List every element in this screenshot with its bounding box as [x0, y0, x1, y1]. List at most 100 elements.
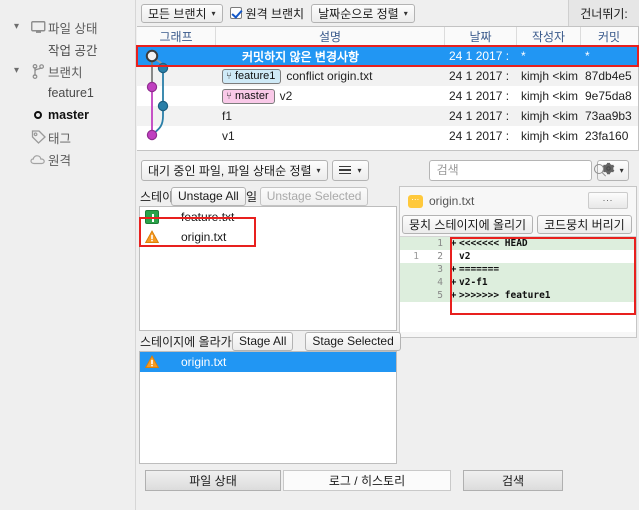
chevron-down-icon: ▾ — [316, 165, 321, 175]
sidebar-item-branch[interactable]: ▾ 브랜치 — [0, 60, 135, 82]
list-item[interactable]: feature.txt — [140, 207, 396, 227]
stage-hunk-label: 뭉치 스테이지에 올리기 — [409, 218, 527, 232]
commit-description: 커밋하지 않은 변경사항 — [242, 49, 360, 64]
sort-order-label: 날짜순으로 정렬 — [318, 6, 399, 21]
table-row[interactable]: ⑂ master v2 24 1 2017 : kimjh <kim 9e75d… — [137, 86, 638, 106]
diff-content[interactable]: 1 + <<<<<<< HEAD 1 2 v2 3 + ======= 4 + … — [400, 236, 636, 332]
commit-hash: 73aa9b3 — [585, 109, 632, 123]
commit-description-cell: ⑂ feature1 conflict origin.txt — [216, 66, 445, 86]
sidebar-label: 파일 상태 — [48, 21, 98, 36]
branch-filter-label: 모든 브랜치 — [148, 6, 207, 21]
diff-new-lineno: 3 — [437, 264, 443, 275]
column-header-date[interactable]: 날짜 — [445, 27, 517, 45]
table-row[interactable]: 커밋하지 않은 변경사항 24 1 2017 : * * — [137, 46, 638, 66]
stage-selected-button[interactable]: Stage Selected — [305, 331, 401, 351]
commit-date: 24 1 2017 : — [449, 49, 510, 63]
diff-line: 3 + ======= — [400, 263, 636, 276]
staged-file-list[interactable]: feature.txt origin.txt — [139, 206, 397, 331]
tab-file-status[interactable]: 파일 상태 — [145, 469, 281, 491]
file-name: feature.txt — [181, 210, 235, 224]
sidebar-label: 원격 — [48, 153, 72, 168]
sort-order-dropdown[interactable]: 날짜순으로 정렬 ▾ — [311, 3, 415, 23]
list-item[interactable]: origin.txt — [140, 227, 396, 247]
commit-description: conflict origin.txt — [286, 69, 373, 83]
unstaged-file-list[interactable]: origin.txt — [139, 351, 397, 464]
chevron-down-icon[interactable]: ▾ — [14, 66, 28, 76]
column-header-commit[interactable]: 커밋 — [581, 27, 637, 45]
commit-hash: * — [585, 49, 590, 63]
tab-search[interactable]: 검색 — [463, 469, 563, 491]
diff-sign: + — [450, 238, 457, 249]
commit-date: 24 1 2017 : — [449, 89, 510, 103]
file-toolbar: 대기 중인 파일, 파일 상태순 정렬 ▾ ▾ ▾ — [137, 156, 639, 184]
commit-author: kimjh <kim — [521, 109, 579, 123]
diff-line: 5 + >>>>>>> feature1 — [400, 289, 636, 302]
commit-author: kimjh <kim — [521, 69, 579, 83]
main-area: 모든 브랜치 ▾ 원격 브랜치 날짜순으로 정렬 ▾ 건너뛰기: 그래프 설명 … — [136, 0, 639, 510]
sidebar-item-file-status[interactable]: ▾ 파일 상태 — [0, 16, 135, 38]
branch-chip-feature1[interactable]: ⑂ feature1 — [222, 68, 282, 84]
commit-graph-cell — [137, 46, 216, 66]
unstaged-files-panel: 스테이지에 올라가지 않은 파일 Stage All Stage Selecte… — [139, 331, 401, 464]
diff-panel: ⋯ origin.txt ... 뭉치 스테이지에 올리기 코드뭉치 버리기 1 — [399, 186, 637, 338]
column-header-description[interactable]: 설명 — [216, 27, 445, 45]
file-conflict-icon — [145, 230, 159, 244]
sidebar-item-feature1[interactable]: feature1 — [0, 82, 135, 104]
diff-text: <<<<<<< HEAD — [459, 238, 528, 249]
diff-options-button[interactable]: ... — [588, 192, 628, 209]
commit-graph-cell — [137, 126, 216, 146]
list-view-icon — [338, 165, 351, 175]
stage-hunk-button[interactable]: 뭉치 스테이지에 올리기 — [402, 215, 534, 234]
stage-selected-label: Stage Selected — [312, 334, 394, 348]
commit-date: 24 1 2017 : — [449, 69, 510, 83]
staged-files-panel: 스테이지에 올라간 파일 Unstage All Unstage Selecte… — [139, 186, 397, 331]
table-row[interactable]: f1 24 1 2017 : kimjh <kim 73aa9b3 — [137, 106, 638, 126]
table-row[interactable]: v1 24 1 2017 : kimjh <kim 23fa160 — [137, 126, 638, 146]
log-toolbar: 모든 브랜치 ▾ 원격 브랜치 날짜순으로 정렬 ▾ 건너뛰기: — [137, 0, 639, 26]
commit-graph-cell — [137, 86, 216, 106]
unstage-all-button[interactable]: Unstage All — [171, 186, 246, 206]
diff-line: 4 + v2-f1 — [400, 276, 636, 289]
stage-all-button[interactable]: Stage All — [232, 331, 294, 351]
chevron-down-icon: ▾ — [619, 165, 624, 175]
unstage-selected-button[interactable]: Unstage Selected — [259, 186, 369, 206]
diff-new-lineno: 5 — [437, 290, 443, 301]
checkbox-icon[interactable] — [229, 7, 242, 19]
column-header-author[interactable]: 작성자 — [517, 27, 581, 45]
unstaged-panel-header: 스테이지에 올라가지 않은 파일 Stage All Stage Selecte… — [139, 331, 401, 351]
file-sort-label: 대기 중인 파일, 파일 상태순 정렬 — [148, 163, 312, 178]
tab-log-history[interactable]: 로그 / 히스토리 — [283, 469, 451, 491]
commit-table-header: 그래프 설명 날짜 작성자 커밋 — [137, 27, 638, 46]
column-header-graph[interactable]: 그래프 — [137, 27, 216, 45]
table-row[interactable]: ⑂ feature1 conflict origin.txt 24 1 2017… — [137, 66, 638, 86]
discard-hunk-button[interactable]: 코드뭉치 버리기 — [537, 215, 632, 234]
chevron-down-icon[interactable]: ▾ — [14, 22, 28, 32]
chevron-down-icon: ▾ — [403, 8, 408, 18]
search-input[interactable] — [434, 162, 594, 178]
sidebar-item-workspace[interactable]: 작업 공간 — [0, 38, 135, 60]
sidebar-label: 브랜치 — [48, 65, 83, 80]
text-file-icon: ⋯ — [408, 194, 423, 208]
search-box[interactable] — [428, 159, 604, 181]
skip-label: 건너뛰기: — [568, 0, 639, 26]
more-icon: ... — [602, 193, 614, 203]
sidebar-item-tag[interactable]: 태그 — [0, 126, 135, 148]
commit-hash: 87db4e5 — [585, 69, 632, 83]
list-item[interactable]: origin.txt — [140, 352, 396, 372]
branch-filter-dropdown[interactable]: 모든 브랜치 ▾ — [141, 3, 223, 23]
diff-new-lineno: 2 — [437, 251, 443, 262]
sidebar-item-master[interactable]: master — [0, 104, 135, 126]
diff-text: >>>>>>> feature1 — [459, 290, 551, 301]
diff-sign: + — [450, 264, 457, 275]
remote-branch-checkbox[interactable]: 원격 브랜치 — [229, 5, 305, 22]
branch-chip-label: feature1 — [235, 70, 276, 82]
file-name: origin.txt — [181, 355, 227, 369]
sidebar-item-remote[interactable]: 원격 — [0, 148, 135, 170]
branch-chip-master[interactable]: ⑂ master — [222, 88, 275, 104]
unstage-selected-label: Unstage Selected — [266, 189, 362, 203]
chevron-down-icon: ▾ — [211, 8, 216, 18]
diff-sign: + — [450, 290, 457, 301]
remote-branch-label: 원격 브랜치 — [245, 6, 305, 21]
file-sort-dropdown[interactable]: 대기 중인 파일, 파일 상태순 정렬 ▾ — [141, 159, 328, 181]
view-mode-dropdown[interactable]: ▾ — [331, 159, 369, 181]
